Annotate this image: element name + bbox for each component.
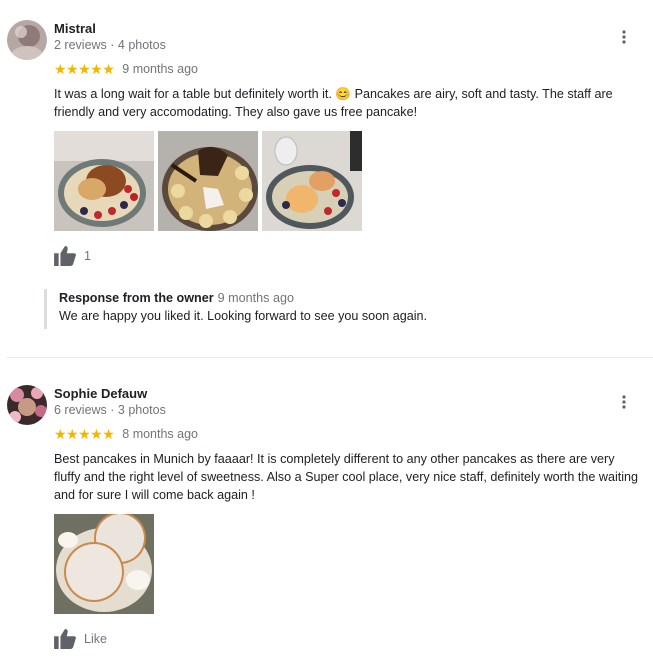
star-rating: ★★★★★ bbox=[54, 426, 115, 442]
review-photos bbox=[54, 514, 154, 614]
more-vert-icon bbox=[622, 395, 626, 409]
reviewer-meta: 6 reviews · 3 photos bbox=[54, 403, 166, 417]
review-text: Best pancakes in Munich by faaaar! It is… bbox=[54, 452, 639, 502]
review-photo[interactable] bbox=[54, 514, 154, 614]
like-label: Like bbox=[84, 632, 107, 646]
more-options-button[interactable] bbox=[612, 390, 636, 414]
like-button[interactable]: Like bbox=[54, 629, 107, 649]
review-card: Sophie Defauw 6 reviews · 3 photos ★★★★★… bbox=[0, 0, 653, 664]
avatar[interactable] bbox=[7, 385, 47, 425]
review-time: 8 months ago bbox=[122, 427, 199, 441]
rating-row: ★★★★★ 8 months ago bbox=[54, 427, 198, 441]
thumb-up-icon bbox=[54, 629, 76, 649]
reviewer-name[interactable]: Sophie Defauw bbox=[54, 386, 147, 401]
